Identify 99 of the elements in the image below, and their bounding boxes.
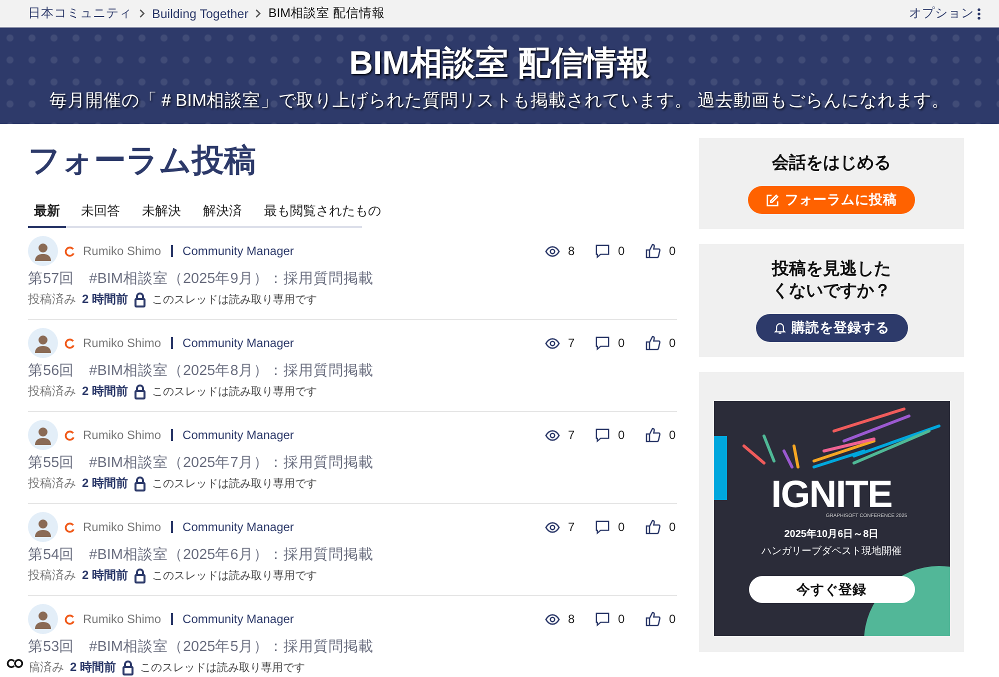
read-only-note: このスレッドは読み取り専用です <box>152 384 318 399</box>
rank-icon <box>64 246 75 256</box>
reply-count: 0 <box>618 428 625 442</box>
more-icon[interactable] <box>977 8 981 20</box>
view-count: 7 <box>568 428 575 442</box>
thumbs-up-icon <box>645 427 661 443</box>
thumbs-up-icon <box>645 611 661 627</box>
filter-tab[interactable]: 解決済 <box>196 196 249 228</box>
avatar[interactable] <box>28 328 58 358</box>
chevron-icon <box>255 9 262 18</box>
eye-icon <box>545 612 560 626</box>
author-name[interactable]: Rumiko Shimo <box>83 612 162 626</box>
view-count: 7 <box>568 520 575 534</box>
author-role: Community Manager <box>182 520 294 534</box>
lock-icon <box>134 568 146 584</box>
thumbs-up-icon <box>645 519 661 535</box>
eye-icon <box>545 244 560 258</box>
like-count: 0 <box>669 612 676 626</box>
ad-logo: IGNITE <box>771 477 892 513</box>
chevron-icon <box>139 9 145 18</box>
post-title[interactable]: 第54回 #BIM相談室（2025年6月）：採用質問掲載 <box>28 545 374 564</box>
post-status: 投稿済み <box>28 567 76 584</box>
comment-icon <box>595 244 610 258</box>
eye-icon <box>545 336 560 350</box>
post-title[interactable]: 第55回 #BIM相談室（2025年7月）：採用質問掲載 <box>28 453 374 472</box>
bell-icon <box>774 322 786 334</box>
filter-tab[interactable]: 最新 <box>28 196 66 228</box>
like-count: 0 <box>669 336 676 350</box>
post-status: 投稿済み <box>28 291 76 308</box>
author-role: Community Manager <box>182 612 294 626</box>
thumbs-up-icon <box>645 243 661 259</box>
banner-subtitle: 毎月開催の「＃BIM相談室」で取り上げられた質問リストも掲載されています。 過去動画もごらんになれます。 <box>50 88 950 112</box>
author-role: Community Manager <box>182 336 294 350</box>
lock-icon <box>134 476 146 492</box>
comment-icon <box>595 336 610 350</box>
view-count: 8 <box>568 612 575 626</box>
card-title: 会話をはじめる <box>772 152 891 174</box>
breadcrumb-link[interactable]: BIM相談室 配信情報 <box>268 5 386 22</box>
read-only-note: このスレッドは読み取り専用です <box>152 292 318 307</box>
lock-icon <box>134 292 146 308</box>
view-count: 7 <box>568 336 575 350</box>
rank-icon <box>64 338 75 348</box>
author-name[interactable]: Rumiko Shimo <box>83 428 162 442</box>
edit-icon <box>766 194 779 206</box>
read-only-note: このスレッドは読み取り専用です <box>152 568 318 583</box>
ad-location: ハンガリーブダペスト現地開催 <box>762 544 902 558</box>
post-time: 2 時間前 <box>70 659 116 676</box>
breadcrumb-link[interactable]: Building Together <box>152 6 248 20</box>
like-count: 0 <box>669 244 676 258</box>
options-link[interactable]: オプション <box>909 5 974 22</box>
view-count: 8 <box>568 244 575 258</box>
author-name[interactable]: Rumiko Shimo <box>83 520 162 534</box>
eye-icon <box>545 520 560 534</box>
author-name[interactable]: Rumiko Shimo <box>83 244 162 258</box>
avatar[interactable] <box>28 604 58 634</box>
post-time: 2 時間前 <box>82 567 128 584</box>
comment-icon <box>595 428 610 442</box>
post-title[interactable]: 第53回 #BIM相談室（2025年5月）：採用質問掲載 <box>28 637 374 656</box>
register-button[interactable]: 今すぐ登録 <box>748 576 914 603</box>
like-count: 0 <box>669 520 676 534</box>
ad-dates: 2025年10月6日～8日 <box>784 528 879 541</box>
rank-icon <box>64 430 75 440</box>
post-time: 2 時間前 <box>82 291 128 308</box>
filter-tab[interactable]: 未回答 <box>74 196 127 228</box>
post-status: 投稿済み <box>28 475 76 492</box>
thumbs-up-icon <box>645 335 661 351</box>
reply-count: 0 <box>618 612 625 626</box>
lock-icon <box>134 384 146 400</box>
author-name[interactable]: Rumiko Shimo <box>83 336 162 350</box>
rank-icon <box>64 614 75 624</box>
post-status: 投稿済み <box>28 383 76 400</box>
reply-count: 0 <box>618 336 625 350</box>
read-only-note: このスレッドは読み取り専用です <box>152 476 318 491</box>
post-time: 2 時間前 <box>82 475 128 492</box>
read-only-note: このスレッドは読み取り専用です <box>140 660 306 675</box>
filter-tab[interactable]: 最も閲覧されたもの <box>257 196 388 228</box>
comment-icon <box>595 520 610 534</box>
section-title: フォーラム投稿 <box>28 141 256 180</box>
like-count: 0 <box>669 428 676 442</box>
reply-count: 0 <box>618 244 625 258</box>
author-role: Community Manager <box>182 428 294 442</box>
avatar[interactable] <box>28 512 58 542</box>
filter-tab[interactable]: 未解決 <box>135 196 188 228</box>
rank-icon <box>64 522 75 532</box>
link-icon <box>6 658 24 668</box>
post-time: 2 時間前 <box>82 383 128 400</box>
breadcrumb-link[interactable]: 日本コミュニティ <box>28 5 132 22</box>
author-role: Community Manager <box>182 244 294 258</box>
avatar[interactable] <box>28 420 58 450</box>
post-title[interactable]: 第56回 #BIM相談室（2025年8月）：採用質問掲載 <box>28 361 374 380</box>
post-title[interactable]: 第57回 #BIM相談室（2025年9月）：採用質問掲載 <box>28 269 374 288</box>
eye-icon <box>545 428 560 442</box>
banner-title: BIM相談室 配信情報 <box>349 42 650 82</box>
avatar[interactable] <box>28 236 58 266</box>
comment-icon <box>595 612 610 626</box>
reply-count: 0 <box>618 520 625 534</box>
lock-icon <box>122 660 134 676</box>
card-title: 投稿を見逃した くないですか？ <box>772 258 891 302</box>
subscribe-button[interactable]: 購読を登録する <box>756 314 908 342</box>
